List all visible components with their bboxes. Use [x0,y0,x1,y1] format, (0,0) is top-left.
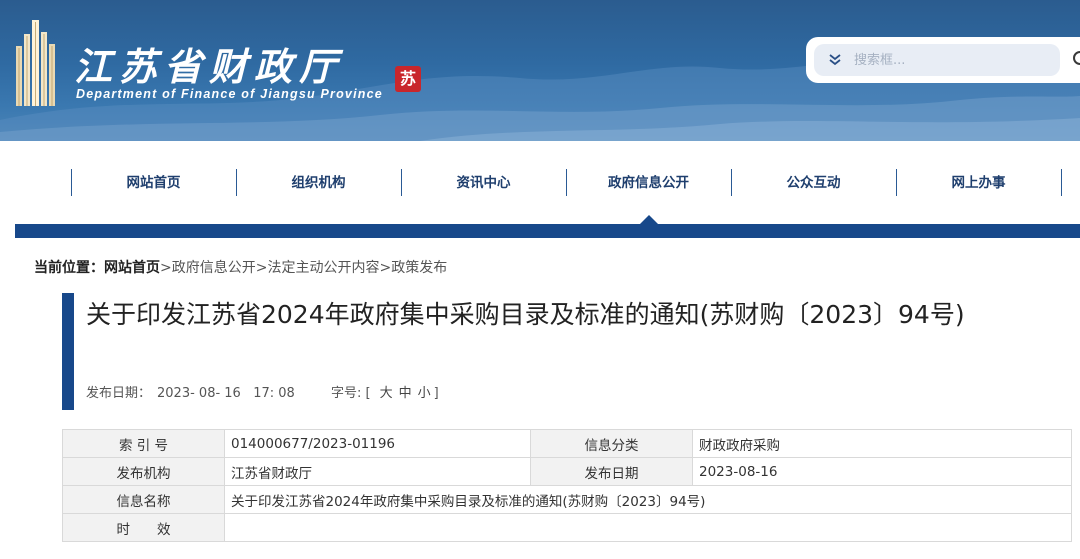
table-row: 信息名称 关于印发江苏省2024年政府集中采购目录及标准的通知(苏财购〔2023… [62,485,1072,514]
nav-underline-bar [15,224,1080,238]
table-key: 发布机构 [62,457,225,486]
table-value: 财政政府采购 [692,429,1072,458]
article-title: 关于印发江苏省2024年政府集中采购目录及标准的通知(苏财购〔2023〕94号) [86,300,965,329]
site-banner: 江苏省财政厅 苏 Department of Finance of Jiangs… [0,0,1080,141]
breadcrumb-prefix: 当前位置： [34,260,104,276]
nav-item-public-interaction[interactable]: 公众互动 [731,168,896,198]
font-size-end: ] [433,386,439,401]
search-icon[interactable] [1072,50,1080,70]
nav-item-online-services[interactable]: 网上办事 [896,168,1061,198]
chevron-double-down-icon[interactable] [826,51,844,69]
search-box [814,44,1060,76]
table-key: 信息名称 [62,485,225,514]
font-size-medium-button[interactable]: 中 [399,386,412,401]
table-row: 时 效 [62,513,1072,542]
nav-item-organization[interactable]: 组织机构 [236,168,401,198]
nav-separator [1061,169,1062,196]
article-meta: 发布日期： 2023- 08- 16 17: 08 字号: [ 大中小] [86,382,451,401]
table-key: 时 效 [62,513,225,542]
main-nav: 网站首页 组织机构 资讯中心 政府信息公开 公众互动 网上办事 [0,141,1080,226]
search-container [806,37,1080,83]
table-key: 索 引 号 [62,429,225,458]
nav-item-info-disclosure[interactable]: 政府信息公开 [566,168,731,198]
font-size-label: 字号: [ [330,386,371,401]
font-size-large-button[interactable]: 大 [380,386,393,401]
breadcrumb: 当前位置：网站首页>政府信息公开>法定主动公开内容>政策发布 [34,257,447,277]
title-accent-bar [62,293,74,410]
seal-logo: 苏 [395,66,421,92]
building-logo-icon [16,20,55,106]
table-key: 信息分类 [530,429,693,458]
site-title: 江苏省财政厅 [74,44,345,89]
breadcrumb-home-link[interactable]: 网站首页 [104,260,160,276]
table-value: 关于印发江苏省2024年政府集中采购目录及标准的通知(苏财购〔2023〕94号) [224,485,1072,514]
search-input[interactable] [854,50,1034,70]
table-value [224,513,1072,542]
publish-date-label: 发布日期： [86,386,152,401]
breadcrumb-trail[interactable]: >政府信息公开>法定主动公开内容>政策发布 [160,260,447,276]
info-table: 索 引 号 014000677/2023-01196 信息分类 财政政府采购 发… [62,429,1072,542]
table-key: 发布日期 [530,457,693,486]
site-subtitle: Department of Finance of Jiangsu Provinc… [76,87,383,101]
table-value: 2023-08-16 [692,457,1072,486]
font-size-small-button[interactable]: 小 [418,386,431,401]
nav-item-home[interactable]: 网站首页 [71,168,236,198]
table-value: 014000677/2023-01196 [224,429,531,458]
nav-item-news[interactable]: 资讯中心 [401,168,566,198]
table-value: 江苏省财政厅 [224,457,531,486]
table-row: 发布机构 江苏省财政厅 发布日期 2023-08-16 [62,457,1072,486]
table-row: 索 引 号 014000677/2023-01196 信息分类 财政政府采购 [62,429,1072,458]
publish-date-value: 2023- 08- 16 17: 08 [157,386,295,401]
font-size-control: 字号: [ 大中小] [331,386,445,401]
